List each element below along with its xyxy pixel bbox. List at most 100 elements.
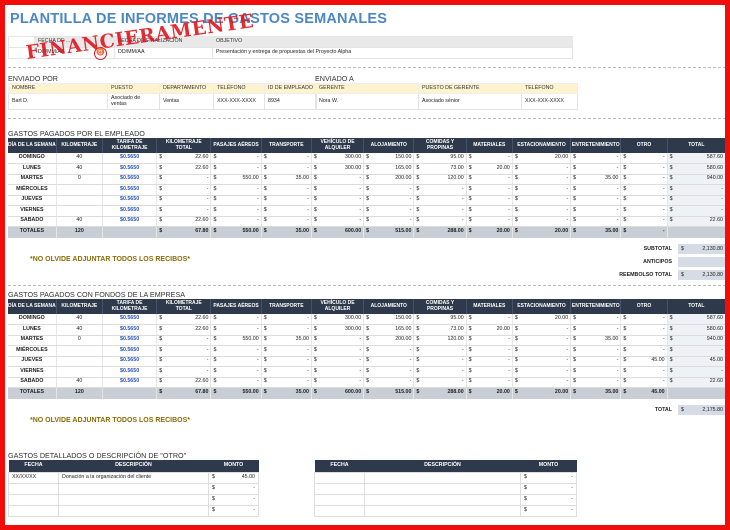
amount-cell[interactable]: $95.00 — [413, 314, 467, 325]
description-cell[interactable] — [364, 504, 521, 517]
amount-cell[interactable]: $ - — [363, 356, 415, 367]
amount-cell[interactable]: $ - — [261, 314, 312, 325]
amount-cell[interactable]: $ - — [570, 195, 622, 206]
sentto-value[interactable]: Nora W. — [315, 93, 419, 110]
amount-cell[interactable]: $300.00 — [311, 314, 365, 325]
amount-cell[interactable]: $ - — [620, 174, 668, 185]
amount-cell[interactable]: $ - — [311, 356, 365, 367]
amount-cell[interactable]: $300.00 — [311, 153, 365, 164]
amount-cell[interactable]: $ - — [210, 356, 262, 367]
mileage-cell[interactable]: 40 — [56, 377, 103, 388]
amount-cell[interactable]: $ - — [512, 205, 572, 217]
amount-cell[interactable]: $ - — [520, 493, 577, 506]
amount-cell[interactable]: $ - — [363, 195, 415, 206]
mileage-cell[interactable] — [56, 184, 103, 196]
amount-cell[interactable]: $ - — [363, 216, 415, 227]
sentto-value[interactable]: XXX-XXX-XXXX — [521, 93, 578, 110]
amount-cell[interactable]: $ - — [413, 216, 467, 227]
amount-cell[interactable]: $73.00 — [413, 324, 467, 336]
amount-cell[interactable]: $20.00 — [512, 314, 572, 325]
amount-cell[interactable]: $ - — [512, 377, 572, 388]
amount-cell[interactable]: $550.00 — [210, 335, 262, 346]
mileage-cell[interactable] — [56, 366, 103, 378]
mileage-rate-cell[interactable]: $0.5650 — [102, 205, 158, 217]
amount-cell[interactable]: $ - — [261, 216, 312, 227]
amount-cell[interactable]: $ - — [208, 493, 259, 506]
amount-cell[interactable]: $ - — [363, 205, 415, 217]
amount-cell[interactable]: $ - — [363, 345, 415, 357]
amount-cell[interactable]: $ - — [466, 314, 513, 325]
amount-cell[interactable]: $150.00 — [363, 153, 415, 164]
amount-cell[interactable]: $ - — [311, 195, 365, 206]
description-cell[interactable] — [364, 482, 521, 495]
amount-cell[interactable]: $ - — [466, 153, 513, 164]
amount-cell[interactable]: $ - — [311, 184, 365, 196]
amount-cell[interactable]: $ - — [570, 366, 622, 378]
amount-cell[interactable]: $ - — [413, 195, 467, 206]
amount-cell[interactable]: $ - — [210, 366, 262, 378]
sentby-value[interactable]: Bart D. — [8, 93, 108, 110]
amount-cell[interactable]: $ - — [208, 482, 259, 495]
amount-cell[interactable]: $ - — [466, 205, 513, 217]
amount-cell[interactable]: $ - — [311, 174, 365, 185]
amount-cell[interactable]: $ - — [512, 184, 572, 196]
mileage-rate-cell[interactable]: $0.5650 — [102, 377, 158, 388]
amount-cell[interactable]: $ - — [620, 335, 668, 346]
amount-cell[interactable]: $20.00 — [466, 324, 513, 336]
sentby-value[interactable]: 8934 — [263, 93, 318, 110]
amount-cell[interactable]: $45.00 — [208, 471, 259, 484]
amount-cell[interactable]: $ - — [620, 153, 668, 164]
amount-cell[interactable]: $ - — [311, 335, 365, 346]
amount-cell[interactable]: $ - — [210, 314, 262, 325]
date-cell[interactable] — [8, 482, 59, 495]
amount-cell[interactable]: $ - — [620, 205, 668, 217]
amount-cell[interactable]: $ - — [620, 345, 668, 357]
amount-cell[interactable]: $ - — [261, 195, 312, 206]
amount-cell[interactable]: $ - — [466, 216, 513, 227]
amount-cell[interactable]: $ - — [210, 163, 262, 175]
mileage-rate-cell[interactable]: $0.5650 — [102, 153, 158, 164]
amount-cell[interactable]: $ - — [520, 504, 577, 517]
amount-cell[interactable]: $ - — [261, 205, 312, 217]
mileage-cell[interactable] — [56, 205, 103, 217]
amount-cell[interactable]: $ - — [261, 153, 312, 164]
date-cell[interactable]: XX/XX/XX — [8, 471, 59, 484]
amount-cell[interactable]: $ - — [210, 184, 262, 196]
sentby-value[interactable]: Asociado de ventas — [107, 93, 160, 110]
description-cell[interactable] — [364, 493, 521, 506]
amount-cell[interactable]: $ - — [261, 366, 312, 378]
amount-cell[interactable]: $ - — [466, 195, 513, 206]
mileage-cell[interactable] — [56, 345, 103, 357]
amount-cell[interactable]: $ - — [466, 345, 513, 357]
amount-cell[interactable]: $200.00 — [363, 335, 415, 346]
amount-cell[interactable]: $300.00 — [311, 324, 365, 336]
amount-cell[interactable]: $ - — [620, 324, 668, 336]
sentto-value[interactable]: Asociado sénior — [418, 93, 522, 110]
amount-cell[interactable]: $ - — [520, 471, 577, 484]
amount-cell[interactable]: $ - — [363, 366, 415, 378]
amount-cell[interactable]: $ - — [413, 356, 467, 367]
mileage-rate-cell[interactable]: $0.5650 — [102, 324, 158, 336]
amount-cell[interactable]: $ - — [466, 335, 513, 346]
amount-cell[interactable]: $300.00 — [311, 163, 365, 175]
amount-cell[interactable]: $ - — [512, 356, 572, 367]
amount-cell[interactable]: $ - — [466, 356, 513, 367]
amount-cell[interactable]: $ - — [210, 324, 262, 336]
amount-cell[interactable]: $ - — [311, 205, 365, 217]
description-cell[interactable]: Donación a la organización del cliente — [58, 471, 209, 484]
amount-cell[interactable]: $ - — [570, 324, 622, 336]
amount-cell[interactable]: $ - — [210, 345, 262, 357]
amount-cell[interactable]: $ - — [311, 366, 365, 378]
amount-cell[interactable]: $35.00 — [570, 174, 622, 185]
amount-cell[interactable]: $ - — [466, 184, 513, 196]
amount-cell[interactable]: $ - — [570, 153, 622, 164]
amount-cell[interactable]: $ - — [570, 345, 622, 357]
amount-cell[interactable]: $ - — [620, 195, 668, 206]
mileage-cell[interactable]: 40 — [56, 153, 103, 164]
amount-cell[interactable]: $ - — [570, 216, 622, 227]
mileage-rate-cell[interactable]: $0.5650 — [102, 216, 158, 227]
amount-cell[interactable]: $ - — [363, 184, 415, 196]
amount-cell[interactable]: $ - — [512, 195, 572, 206]
date-cell[interactable] — [314, 482, 365, 495]
amount-cell[interactable]: $ - — [311, 377, 365, 388]
